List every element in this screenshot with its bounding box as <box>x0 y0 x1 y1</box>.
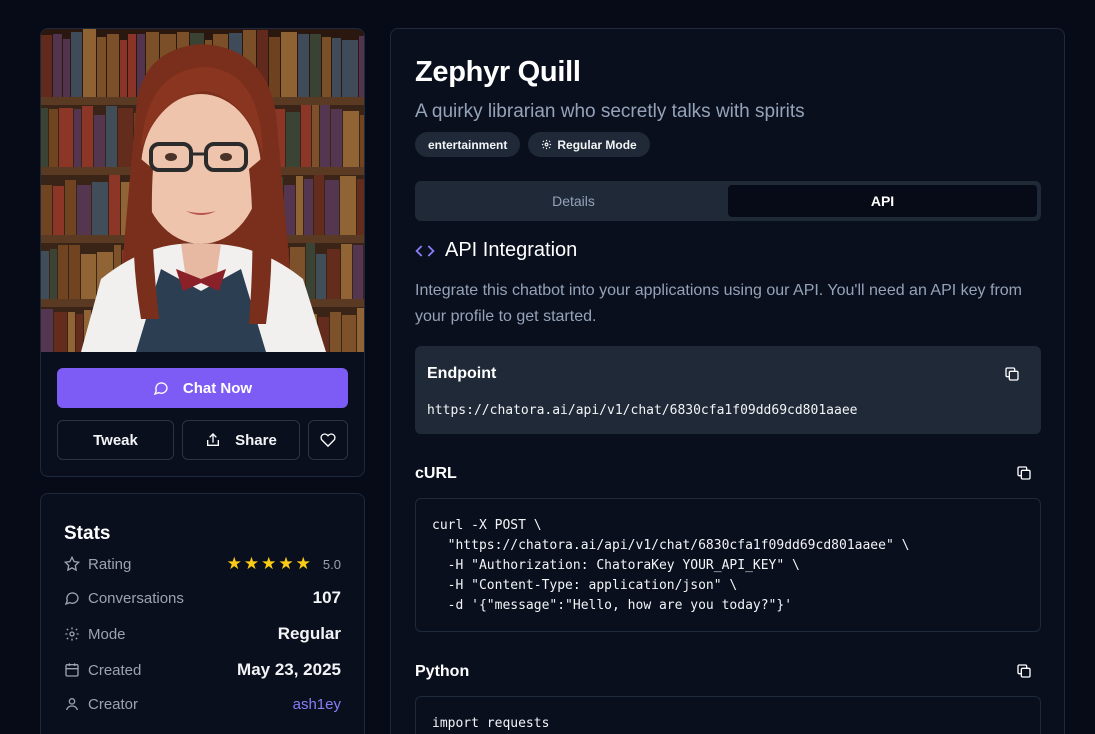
category-badge: entertainment <box>415 132 521 157</box>
share-button[interactable]: Share <box>182 420 300 460</box>
curl-label: cURL <box>415 465 457 482</box>
creator-link[interactable]: ash1ey <box>293 696 341 713</box>
star-outline-icon <box>64 556 80 572</box>
stat-mode: Mode Regular <box>64 622 341 646</box>
badge-list: entertainment Regular Mode <box>415 132 650 157</box>
chat-now-label: Chat Now <box>182 379 253 397</box>
tab-api[interactable]: API <box>728 185 1037 217</box>
stat-creator: Creator ash1ey <box>64 692 341 716</box>
endpoint-box: Endpoint https://chatora.ai/api/v1/chat/… <box>415 346 1041 434</box>
mode-badge: Regular Mode <box>528 132 650 157</box>
copy-icon <box>1005 367 1019 381</box>
chat-now-button[interactable]: Chat Now <box>57 368 348 408</box>
user-icon <box>66 698 78 711</box>
main-card: Zephyr Quill A quirky librarian who secr… <box>390 28 1065 734</box>
message-circle-icon <box>64 592 79 606</box>
message-circle-icon <box>153 382 168 396</box>
mode-value: Regular <box>277 624 341 643</box>
page-title: Zephyr Quill <box>415 56 581 88</box>
api-intro: Integrate this chatbot into your applica… <box>415 282 1022 325</box>
conversations-label: Conversations <box>88 589 184 607</box>
code-line: -H "Authorization: ChatoraKey YOUR_API_K… <box>432 558 800 573</box>
tab-bar: Details API <box>415 181 1041 221</box>
code-line: "https://chatora.ai/api/v1/chat/6830cfa1… <box>432 538 910 553</box>
star-icon: ★ <box>295 554 311 573</box>
rating-value: 5.0 <box>322 556 341 572</box>
tweak-label: Tweak <box>93 431 138 449</box>
heart-icon <box>320 433 336 448</box>
star-icon: ★ <box>278 554 294 573</box>
star-icon: ★ <box>226 554 242 573</box>
star-icon: ★ <box>261 554 277 573</box>
share-icon <box>207 433 220 446</box>
gear-icon <box>542 139 552 150</box>
python-code-block: import requests <box>415 696 1041 734</box>
stat-conversations: Conversations 107 <box>64 586 341 610</box>
copy-endpoint-button[interactable] <box>1002 364 1022 384</box>
favorite-button[interactable] <box>308 420 348 460</box>
star-icon: ★ <box>243 554 260 573</box>
copy-curl-button[interactable] <box>1014 463 1034 483</box>
gear-icon <box>65 627 79 641</box>
created-label: Created <box>88 661 142 679</box>
stat-rating: Rating ★ ★ ★ ★ ★ 5.0 <box>64 552 341 576</box>
conversations-value: 107 <box>312 588 341 607</box>
code-line: import requests <box>432 716 550 731</box>
mode-label: Mode <box>88 625 126 643</box>
endpoint-url: https://chatora.ai/api/v1/chat/6830cfa1f… <box>427 403 858 418</box>
copy-icon <box>1017 664 1031 678</box>
code-line: -d '{"message":"Hello, how are you today… <box>432 598 793 613</box>
api-section-heading: API Integration <box>415 239 577 262</box>
character-portrait <box>41 29 364 352</box>
creator-label: Creator <box>88 695 139 713</box>
stat-created: Created May 23, 2025 <box>64 658 341 682</box>
page-subtitle: A quirky librarian who secretly talks wi… <box>415 101 805 122</box>
endpoint-label: Endpoint <box>427 365 497 382</box>
code-line: -H "Content-Type: application/json" \ <box>432 578 738 593</box>
calendar-icon <box>65 663 79 677</box>
stats-title: Stats <box>64 523 111 544</box>
rating-label: Rating <box>88 555 132 573</box>
mode-badge-label: Regular Mode <box>557 137 637 152</box>
python-label: Python <box>415 663 470 680</box>
share-label: Share <box>235 431 277 449</box>
curl-code-block: curl -X POST \ "https://chatora.ai/api/v… <box>415 498 1041 632</box>
stats-card: Stats Rating ★ ★ ★ ★ ★ 5.0 Conversations… <box>40 493 365 734</box>
category-badge-label: entertainment <box>428 137 508 152</box>
profile-card: Chat Now Tweak Share <box>40 28 365 477</box>
tweak-button[interactable]: Tweak <box>57 420 174 460</box>
rating-stars: ★ ★ ★ ★ ★ 5.0 <box>227 554 341 574</box>
created-value: May 23, 2025 <box>237 660 341 679</box>
copy-python-button[interactable] <box>1014 661 1034 681</box>
tab-details[interactable]: Details <box>419 185 728 217</box>
copy-icon <box>1017 466 1031 480</box>
code-icon <box>415 244 435 257</box>
api-heading: API Integration <box>445 239 578 261</box>
code-line: curl -X POST \ <box>432 518 542 533</box>
